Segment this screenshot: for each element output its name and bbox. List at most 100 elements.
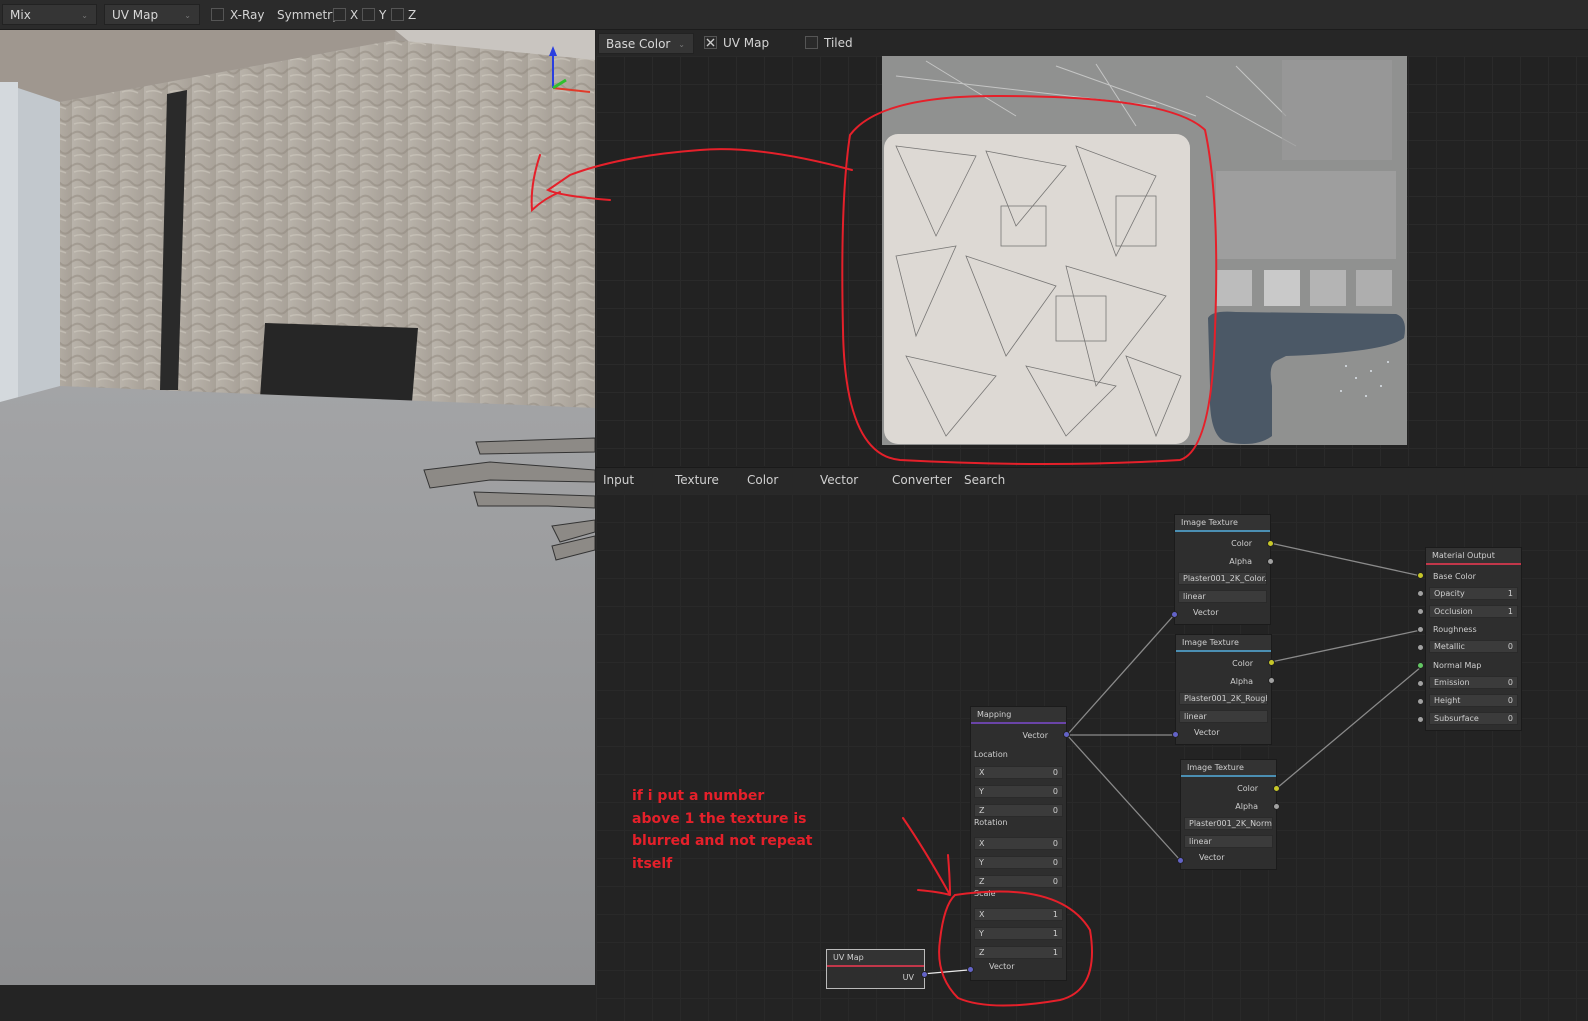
location-x-field[interactable]: X0: [974, 766, 1063, 779]
uv-map-dropdown[interactable]: UV Map ⌄: [104, 4, 200, 25]
normal-map-label: Normal Map: [1433, 661, 1482, 670]
scale-y-field[interactable]: Y1: [974, 927, 1063, 940]
field-axis: X: [979, 839, 985, 848]
menu-vector[interactable]: Vector: [820, 473, 858, 487]
vector-input-socket[interactable]: [1172, 731, 1179, 738]
scale-z-field[interactable]: Z1: [974, 946, 1063, 959]
field-value: 0: [1052, 839, 1058, 848]
rotation-y-field[interactable]: Y0: [974, 856, 1063, 869]
blend-mode-value: Mix: [10, 8, 31, 22]
metallic-input-socket[interactable]: [1417, 644, 1424, 651]
field-axis: Y: [979, 787, 984, 796]
field-axis: Z: [979, 806, 985, 815]
interpolation-dropdown[interactable]: linear: [1184, 835, 1273, 848]
interpolation-dropdown[interactable]: linear: [1178, 590, 1267, 603]
location-y-field[interactable]: Y0: [974, 785, 1063, 798]
opacity-field[interactable]: Opacity 1: [1429, 587, 1518, 600]
emission-input-socket[interactable]: [1417, 680, 1424, 687]
viewport-scene: [0, 30, 595, 985]
mapping-node[interactable]: Mapping Vector Location X0 Y0 Z0 Rotatio…: [970, 706, 1067, 981]
field-axis: X: [979, 910, 985, 919]
image-file-field[interactable]: Plaster001_2K_Roughness.j: [1179, 692, 1268, 705]
field-axis: Z: [979, 948, 985, 957]
base-color-input-socket[interactable]: [1417, 572, 1424, 579]
uv-output-socket[interactable]: [921, 971, 928, 978]
symmetry-z-label: Z: [408, 8, 417, 22]
emission-field[interactable]: Emission 0: [1429, 676, 1518, 689]
material-output-node[interactable]: Material Output Base Color Opacity 1 Occl…: [1425, 547, 1522, 731]
alpha-output-socket[interactable]: [1273, 803, 1280, 810]
annotation-line-3: blurred and not repeat: [632, 833, 813, 849]
rotation-x-field[interactable]: X0: [974, 837, 1063, 850]
uv-editor-canvas[interactable]: [596, 56, 1588, 466]
tiled-label: Tiled: [824, 36, 853, 50]
rotation-z-field[interactable]: Z0: [974, 875, 1063, 888]
occlusion-input-socket[interactable]: [1417, 608, 1424, 615]
vector-output-socket[interactable]: [1063, 731, 1070, 738]
uvmap-checkbox[interactable]: [704, 36, 717, 49]
location-z-field[interactable]: Z0: [974, 804, 1063, 817]
roughness-label: Roughness: [1433, 625, 1477, 634]
field-value: 0: [1052, 858, 1058, 867]
field-value: 0: [1052, 877, 1058, 886]
base-color-label: Base Color: [1433, 572, 1476, 581]
field-label: Metallic: [1434, 642, 1465, 651]
metallic-field[interactable]: Metallic 0: [1429, 640, 1518, 653]
field-value: 0: [1052, 768, 1058, 777]
uv-editor-toolbar: Base Color ⌄ UV Map Tiled: [596, 30, 1588, 56]
normal-map-input-socket[interactable]: [1417, 662, 1424, 669]
height-input-socket[interactable]: [1417, 698, 1424, 705]
vector-input-socket[interactable]: [1171, 611, 1178, 618]
alpha-output-socket[interactable]: [1267, 558, 1274, 565]
symmetry-z-checkbox[interactable]: [391, 8, 404, 21]
xray-label: X-Ray: [230, 8, 265, 22]
color-output-socket[interactable]: [1267, 540, 1274, 547]
color-output-label: Color: [1237, 784, 1258, 793]
interpolation-dropdown[interactable]: linear: [1179, 710, 1268, 723]
subsurface-field[interactable]: Subsurface 0: [1429, 712, 1518, 725]
field-label: Subsurface: [1434, 714, 1479, 723]
field-value: 0: [1507, 678, 1513, 687]
blend-mode-dropdown[interactable]: Mix ⌄: [2, 4, 97, 25]
xray-checkbox[interactable]: [211, 8, 224, 21]
menu-input[interactable]: Input: [603, 473, 634, 487]
node-title: UV Map: [827, 950, 924, 967]
image-texture-node-color[interactable]: Image Texture Color Alpha Plaster001_2K_…: [1174, 514, 1271, 625]
symmetry-x-checkbox[interactable]: [333, 8, 346, 21]
top-toolbar: Mix ⌄ UV Map ⌄ X-Ray Symmetry X Y Z: [0, 0, 1588, 30]
uvmap-label: UV Map: [723, 36, 770, 50]
subsurface-input-socket[interactable]: [1417, 716, 1424, 723]
color-output-socket[interactable]: [1273, 785, 1280, 792]
3d-viewport[interactable]: [0, 30, 595, 985]
scale-x-field[interactable]: X1: [974, 908, 1063, 921]
opacity-input-socket[interactable]: [1417, 590, 1424, 597]
node-menu-bar: Input Texture Color Vector Converter Sea…: [596, 467, 1588, 495]
height-field[interactable]: Height 0: [1429, 694, 1518, 707]
image-file-field[interactable]: Plaster001_2K_Normal.jpg: [1184, 817, 1273, 830]
image-texture-node-normal[interactable]: Image Texture Color Alpha Plaster001_2K_…: [1180, 759, 1277, 870]
field-label: Opacity: [1434, 589, 1465, 598]
menu-search[interactable]: Search: [964, 473, 1005, 487]
menu-texture[interactable]: Texture: [675, 473, 719, 487]
uv-output-label: UV: [902, 973, 914, 982]
roughness-input-socket[interactable]: [1417, 626, 1424, 633]
uv-texture-image: [882, 56, 1407, 445]
vector-input-socket[interactable]: [967, 966, 974, 973]
menu-converter[interactable]: Converter: [892, 473, 952, 487]
menu-color[interactable]: Color: [747, 473, 778, 487]
vector-input-label: Vector: [989, 962, 1015, 971]
node-title: Image Texture: [1181, 760, 1276, 777]
tiled-checkbox[interactable]: [805, 36, 818, 49]
channel-dropdown[interactable]: Base Color ⌄: [598, 33, 694, 54]
node-title: Image Texture: [1176, 635, 1271, 652]
image-texture-node-roughness[interactable]: Image Texture Color Alpha Plaster001_2K_…: [1175, 634, 1272, 745]
image-file-field[interactable]: Plaster001_2K_Color.jpg: [1178, 572, 1267, 585]
alpha-output-socket[interactable]: [1268, 677, 1275, 684]
occlusion-field[interactable]: Occlusion 1: [1429, 605, 1518, 618]
color-output-socket[interactable]: [1268, 659, 1275, 666]
vector-input-socket[interactable]: [1177, 857, 1184, 864]
symmetry-y-checkbox[interactable]: [362, 8, 375, 21]
vector-input-label: Vector: [1199, 853, 1225, 862]
uv-map-node[interactable]: UV Map UV: [826, 949, 925, 989]
symmetry-label: Symmetry: [277, 8, 340, 22]
